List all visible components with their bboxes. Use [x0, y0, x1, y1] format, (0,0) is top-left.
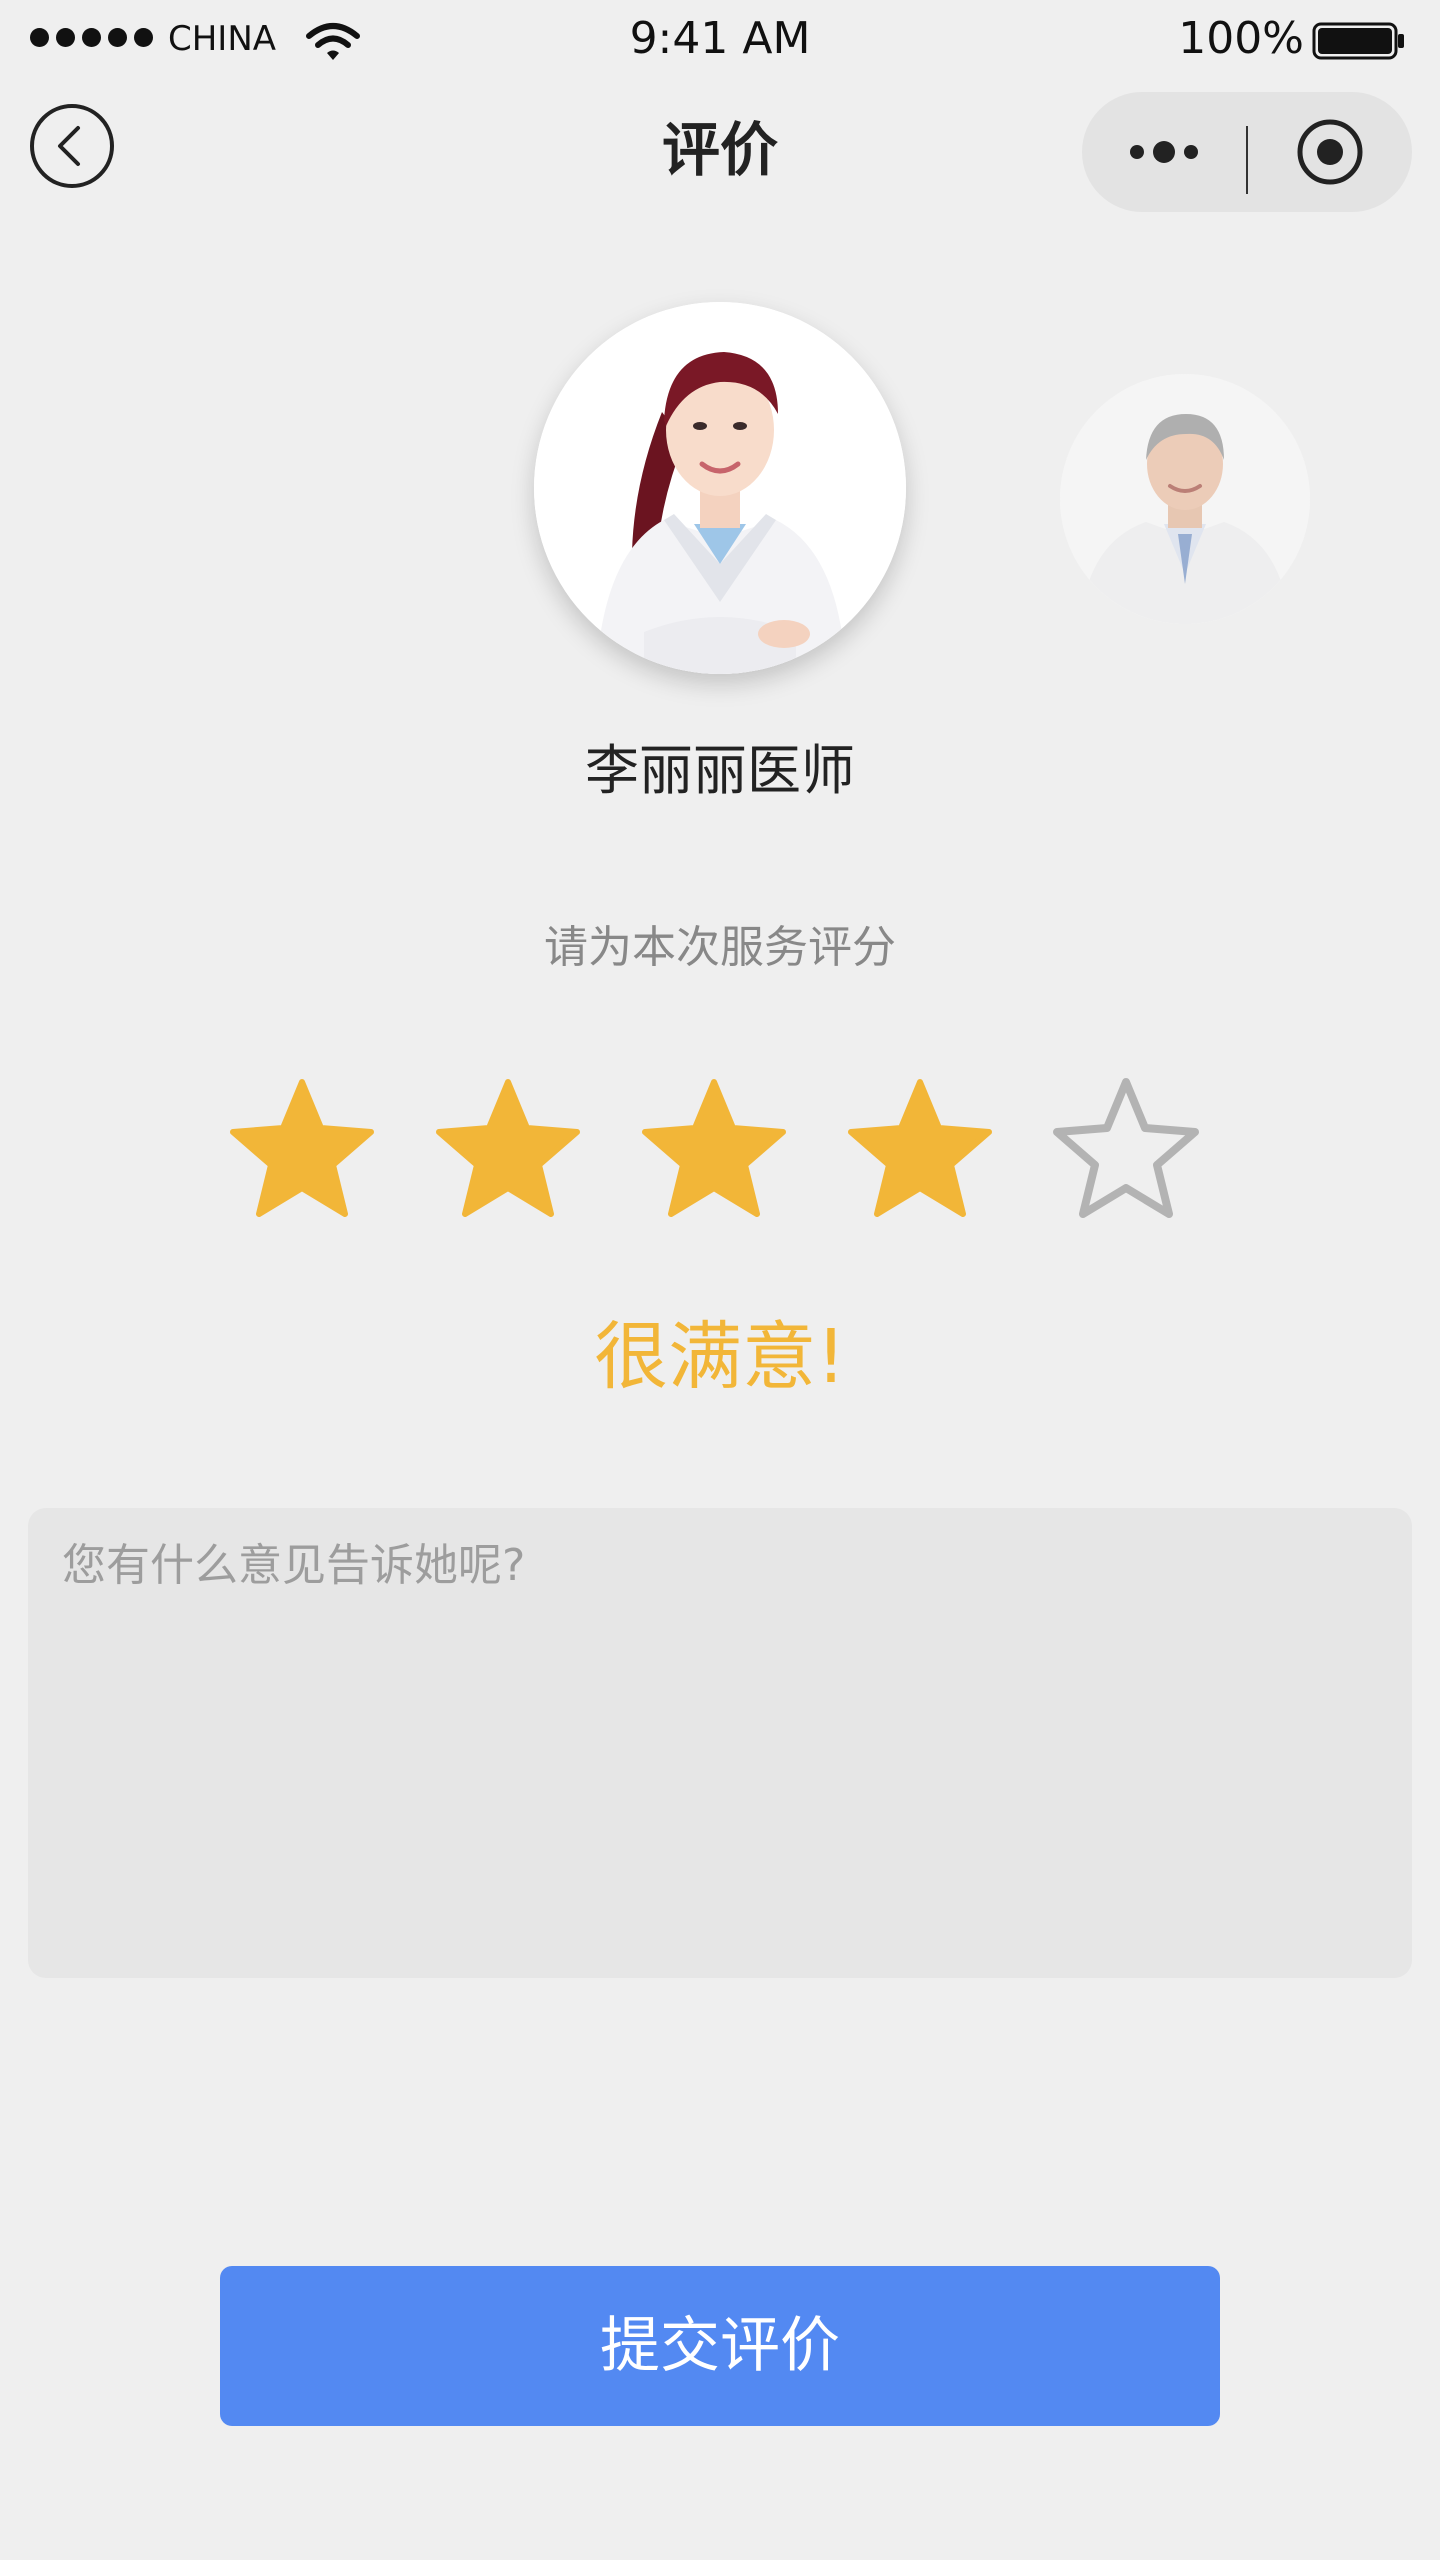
male-doctor-photo: [1060, 374, 1310, 624]
rating-prompt: 请为本次服务评分: [544, 922, 896, 973]
more-button[interactable]: [1082, 92, 1246, 212]
comment-input[interactable]: [28, 1508, 1412, 1978]
nav-bar: 评价: [0, 80, 1440, 220]
mini-program-capsule: [1082, 92, 1412, 212]
evaluation-page: CHINA 9:41 AM 100% 评价 李丽丽医师 请为本次服务评分 很满意…: [0, 0, 1440, 2560]
star-filled-icon[interactable]: [428, 1074, 588, 1234]
record-circle-icon: [1297, 119, 1363, 185]
submit-review-button[interactable]: 提交评价: [220, 2266, 1220, 2426]
more-dots-icon: [1130, 141, 1198, 163]
battery-percent: 100%: [1178, 13, 1304, 64]
star-filled-icon[interactable]: [840, 1074, 1000, 1234]
star-empty-icon[interactable]: [1046, 1074, 1206, 1234]
doctor-avatar-selected[interactable]: [534, 302, 906, 674]
battery-full-icon: [1312, 22, 1404, 60]
star-filled-icon[interactable]: [634, 1074, 794, 1234]
rating-label: 很满意!: [594, 1314, 846, 1400]
close-mini-program-button[interactable]: [1248, 92, 1412, 212]
doctor-name: 李丽丽医师: [585, 739, 855, 802]
status-bar: CHINA 9:41 AM 100%: [0, 0, 1440, 80]
star-rating: [222, 1074, 1218, 1234]
doctor-avatar-other[interactable]: [1060, 374, 1310, 624]
star-filled-icon[interactable]: [222, 1074, 382, 1234]
female-doctor-photo: [534, 302, 906, 674]
